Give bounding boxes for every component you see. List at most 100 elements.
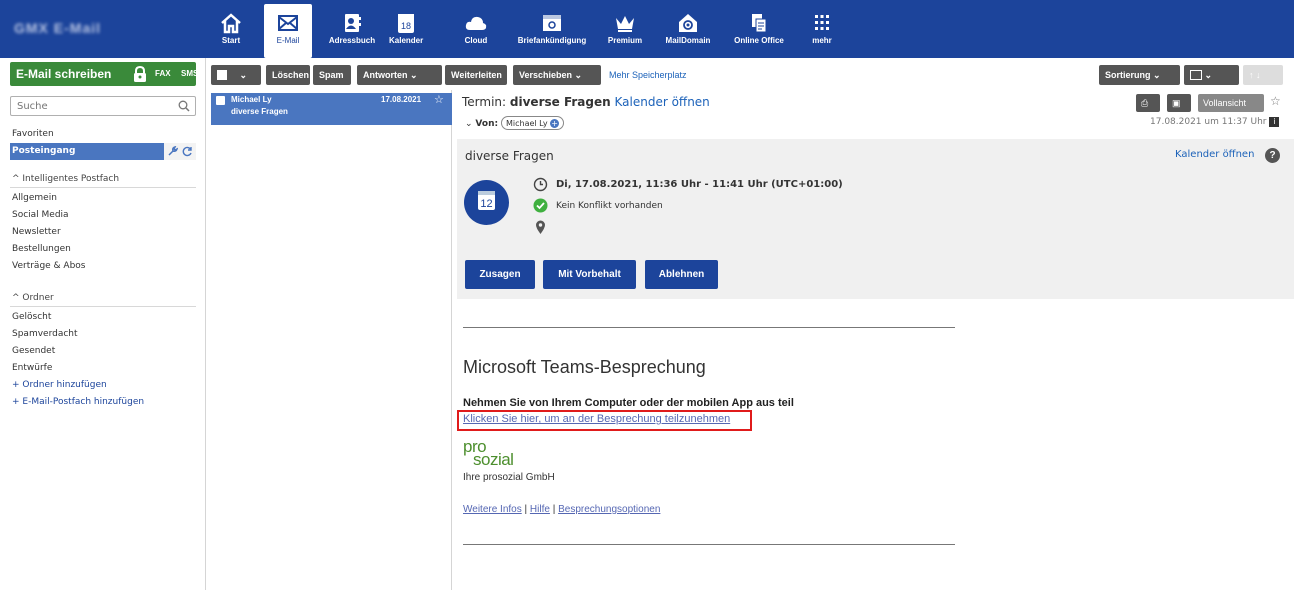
settings-wrench-icon[interactable]	[167, 146, 178, 157]
layout-dropdown[interactable]: ⌄	[1184, 65, 1239, 85]
calendar-badge: 12	[464, 180, 509, 225]
addressbook-icon	[345, 14, 361, 32]
folder-favoriten[interactable]: Favoriten	[10, 126, 196, 143]
nav-maildomain[interactable]: MailDomain	[660, 0, 716, 58]
open-calendar-link[interactable]: Kalender öffnen	[1175, 149, 1254, 160]
info-icon[interactable]: i	[1269, 117, 1280, 127]
clock-icon	[533, 177, 548, 192]
nav-start[interactable]: Start	[215, 0, 247, 58]
message-list	[206, 90, 452, 590]
check-circle-icon	[533, 198, 548, 213]
reply-button[interactable]: Antworten ⌄	[357, 65, 442, 85]
folder-posteingang[interactable]: Posteingang	[10, 143, 196, 160]
accept-button[interactable]: Zusagen	[465, 260, 535, 289]
office-icon	[752, 14, 767, 33]
folder-social-media[interactable]: Social Media	[10, 207, 196, 224]
open-calendar-link[interactable]: Kalender öffnen	[615, 95, 710, 109]
star-icon[interactable]: ☆	[434, 93, 444, 106]
spam-button[interactable]: Spam	[313, 65, 351, 85]
fax-button[interactable]: FAX	[155, 69, 171, 78]
folder-list-ordner: ^ Ordner Gelöscht Spamverdacht Gesendet …	[10, 290, 196, 411]
folder-geloescht[interactable]: Gelöscht	[10, 309, 196, 326]
star-icon[interactable]: ☆	[1270, 94, 1281, 108]
plus-icon: +	[12, 380, 23, 390]
message-sender: Michael Ly	[231, 95, 272, 104]
chevron-down-icon[interactable]: ⌄	[465, 119, 473, 129]
sender-chip[interactable]: Michael Ly +	[500, 116, 565, 130]
save-icon: ▣	[1172, 98, 1181, 108]
add-mailbox-link[interactable]: + E-Mail-Postfach hinzufügen	[10, 394, 196, 411]
svg-text:18: 18	[401, 21, 411, 31]
help-icon[interactable]: ?	[1265, 148, 1280, 163]
nav-briefankuendigung[interactable]: Briefankündigung	[512, 0, 592, 58]
chevron-down-icon: ⌄	[410, 70, 418, 80]
arrow-up-icon: ↑	[1249, 70, 1254, 80]
top-navigation-bar: GMX E-Mail	[0, 0, 1294, 58]
chevron-down-icon: ⌄	[1204, 70, 1213, 80]
compose-button[interactable]: E-Mail schreiben	[16, 67, 111, 81]
grid-icon	[815, 15, 829, 30]
folder-bestellungen[interactable]: Bestellungen	[10, 241, 196, 258]
lock-icon[interactable]	[133, 66, 147, 82]
crown-icon	[616, 16, 634, 32]
nav-email[interactable]: E-Mail	[264, 4, 312, 58]
select-all-dropdown[interactable]: ⌄	[211, 65, 261, 85]
folder-gesendet[interactable]: Gesendet	[10, 343, 196, 360]
search-input[interactable]	[17, 101, 167, 112]
highlight-box	[457, 410, 752, 431]
chevron-down-icon: ⌄	[1153, 70, 1161, 80]
letter-icon	[543, 15, 561, 31]
more-info-link[interactable]: Weitere Infos	[463, 504, 522, 515]
folder-vertraege-abos[interactable]: Verträge & Abos	[10, 258, 196, 275]
refresh-icon[interactable]	[182, 146, 193, 157]
invitation-title: diverse Fragen	[465, 149, 554, 163]
smart-mailbox-header[interactable]: ^ Intelligentes Postfach	[10, 171, 196, 188]
prev-next-buttons[interactable]: ↑ ↓	[1243, 65, 1283, 85]
search-box	[10, 96, 196, 116]
join-instruction: Nehmen Sie von Ihrem Computer oder der m…	[463, 397, 794, 409]
nav-premium[interactable]: Premium	[603, 0, 647, 58]
move-button[interactable]: Verschieben ⌄	[513, 65, 601, 85]
teams-heading: Microsoft Teams-Besprechung	[463, 357, 706, 377]
sort-dropdown[interactable]: Sortierung ⌄	[1099, 65, 1180, 85]
message-list-item[interactable]: Michael Ly diverse Fragen 17.08.2021 ☆	[211, 93, 452, 125]
plus-icon: +	[12, 397, 23, 407]
received-date: 17.08.2021 um 11:37 Uhr i	[1150, 117, 1280, 127]
cloud-icon	[465, 16, 487, 30]
message-date: 17.08.2021	[381, 95, 422, 104]
maildomain-icon	[679, 14, 697, 32]
folder-spamverdacht[interactable]: Spamverdacht	[10, 326, 196, 343]
folder-entwuerfe[interactable]: Entwürfe	[10, 360, 196, 377]
nav-online-office[interactable]: Online Office	[730, 0, 788, 58]
nav-kalender[interactable]: 18 Kalender	[389, 0, 423, 58]
sms-button[interactable]: SMS	[181, 69, 198, 78]
footer-links: Weitere Infos | Hilfe | Besprechungsopti…	[463, 504, 661, 515]
app-logo[interactable]: GMX E-Mail	[14, 20, 154, 36]
forward-button[interactable]: Weiterleiten	[445, 65, 507, 85]
more-storage-link[interactable]: Mehr Speicherplatz	[609, 70, 687, 80]
decline-button[interactable]: Ablehnen	[645, 260, 718, 289]
search-icon[interactable]	[178, 100, 190, 112]
chevron-down-icon: ⌄	[239, 70, 248, 80]
arrow-down-icon: ↓	[1256, 70, 1261, 80]
calendar-icon: 18	[398, 14, 414, 33]
save-button[interactable]: ▣	[1167, 94, 1191, 112]
help-link[interactable]: Hilfe	[530, 504, 550, 515]
print-icon: ⎙	[1141, 98, 1149, 108]
nav-mehr[interactable]: mehr	[807, 0, 837, 58]
delete-button[interactable]: Löschen	[266, 65, 310, 85]
checkbox-icon[interactable]	[216, 96, 225, 105]
folder-allgemein[interactable]: Allgemein	[10, 190, 196, 207]
meeting-options-link[interactable]: Besprechungsoptionen	[558, 504, 660, 515]
nav-cloud[interactable]: Cloud	[461, 0, 491, 58]
home-icon	[221, 13, 241, 34]
folder-newsletter[interactable]: Newsletter	[10, 224, 196, 241]
full-view-button[interactable]: Vollansicht	[1198, 94, 1264, 112]
ordner-header[interactable]: ^ Ordner	[10, 290, 196, 307]
meeting-time: Di, 17.08.2021, 11:36 Uhr - 11:41 Uhr (U…	[556, 179, 843, 190]
add-folder-link[interactable]: + Ordner hinzufügen	[10, 377, 196, 394]
folder-list-smart: ^ Intelligentes Postfach Allgemein Socia…	[10, 171, 196, 275]
print-button[interactable]: ⎙	[1136, 94, 1160, 112]
nav-adressbuch[interactable]: Adressbuch	[328, 0, 376, 58]
tentative-button[interactable]: Mit Vorbehalt	[543, 260, 636, 289]
